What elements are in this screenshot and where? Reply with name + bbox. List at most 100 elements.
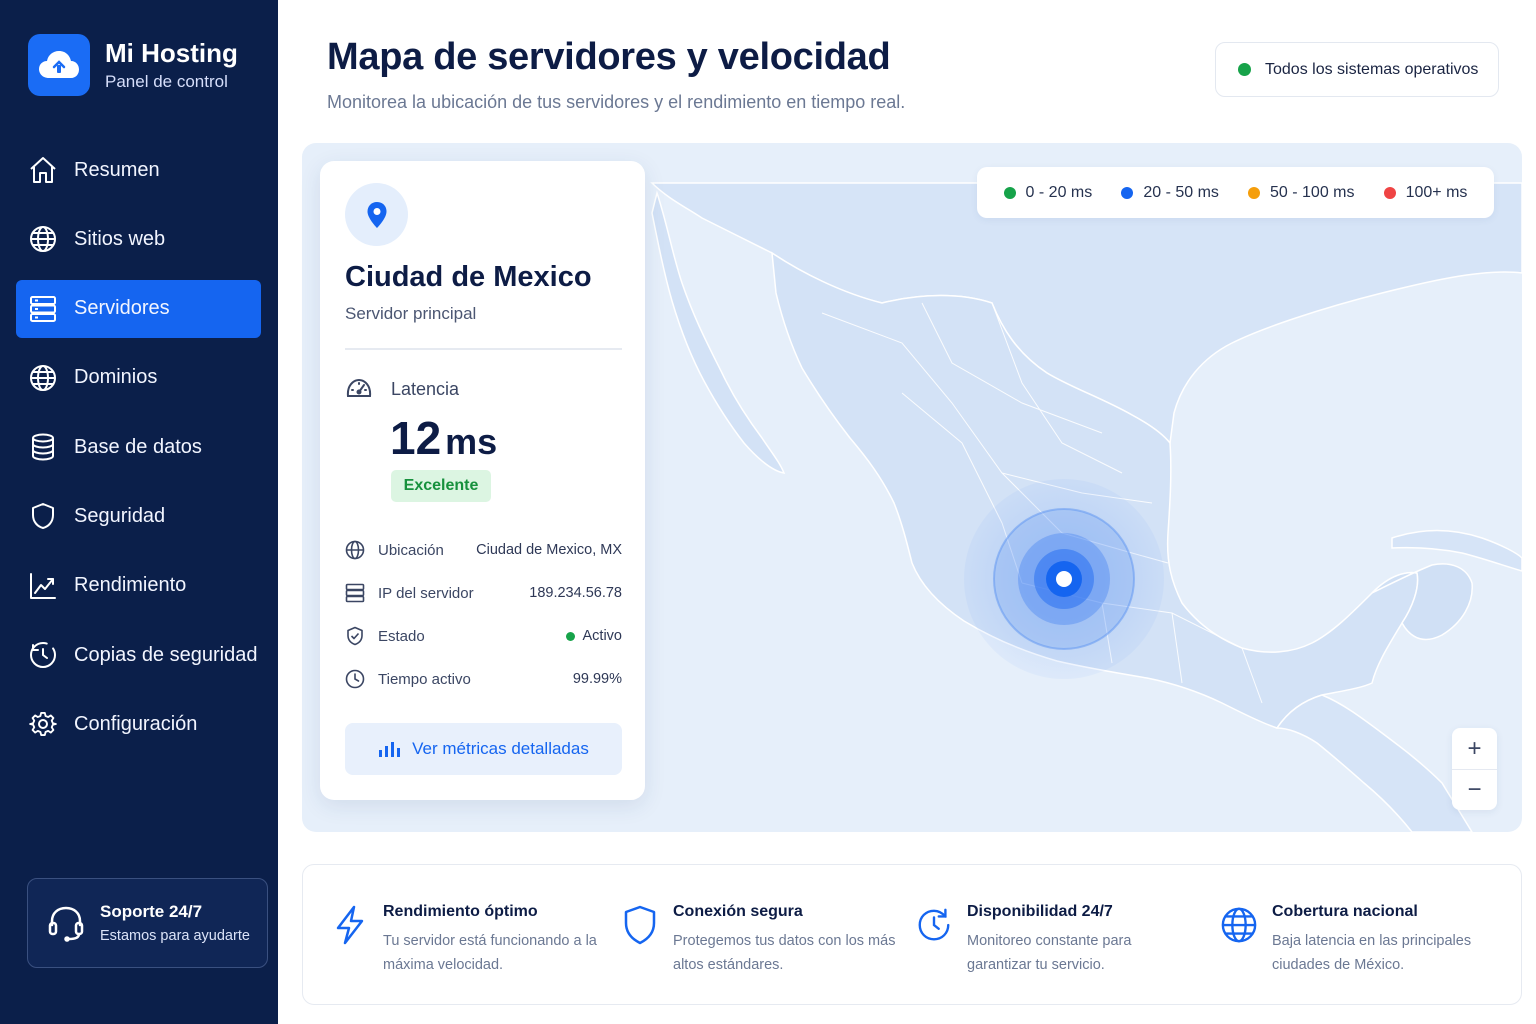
bar-chart-icon bbox=[378, 740, 401, 758]
page-title: Mapa de servidores y velocidad bbox=[327, 36, 891, 78]
legend-dot bbox=[1121, 186, 1134, 199]
latency-value: 12 ms bbox=[390, 411, 497, 465]
sidebar-item-configuracion[interactable]: Configuración bbox=[16, 695, 261, 753]
clock-refresh-icon bbox=[915, 905, 953, 945]
server-icon bbox=[345, 583, 365, 603]
speedometer-icon bbox=[345, 375, 373, 403]
system-status-label: Todos los sistemas operativos bbox=[1265, 60, 1479, 78]
status-dot bbox=[1238, 63, 1251, 76]
zoom-out-button[interactable]: − bbox=[1452, 769, 1497, 810]
latency-unit: ms bbox=[445, 421, 498, 462]
server-city: Ciudad de Mexico bbox=[345, 261, 592, 293]
detail-row-uptime: Tiempo activo 99.99% bbox=[345, 667, 622, 691]
sidebar-item-servidores[interactable]: Servidores bbox=[16, 279, 261, 338]
detail-value: 189.234.56.78 bbox=[529, 585, 622, 601]
feature-description: Tu servidor está funcionando a la máxima… bbox=[383, 933, 597, 973]
latency-label: Latencia bbox=[391, 379, 460, 399]
sidebar-item-label: Copias de seguridad bbox=[74, 643, 258, 666]
zoom-controls: + − bbox=[1452, 728, 1497, 810]
detail-row-location: Ubicación Ciudad de Mexico, MX bbox=[345, 538, 622, 562]
page-subtitle: Monitorea la ubicación de tus servidores… bbox=[327, 92, 906, 112]
status-value: Activo bbox=[582, 628, 623, 644]
active-status-dot bbox=[565, 631, 575, 641]
feature-title: Cobertura nacional bbox=[1272, 903, 1418, 920]
features-panel: Rendimiento óptimo Tu servidor está func… bbox=[302, 864, 1522, 1005]
latency-legend: 0 - 20 ms 20 - 50 ms 50 - 100 ms 100+ ms bbox=[977, 167, 1494, 218]
latency-number: 12 bbox=[390, 412, 442, 464]
globe-icon bbox=[28, 224, 58, 254]
legend-dot bbox=[1383, 186, 1396, 199]
support-subtitle: Estamos para ayudarte bbox=[100, 928, 250, 944]
feature-description: Monitoreo constante para garantizar tu s… bbox=[967, 933, 1132, 973]
sidebar-item-base-de-datos[interactable]: Base de datos bbox=[16, 418, 261, 476]
detail-value: Activo bbox=[565, 628, 623, 644]
detail-row-status: Estado Activo bbox=[345, 624, 622, 648]
sidebar-item-label: Resumen bbox=[74, 158, 160, 181]
zoom-in-button[interactable]: + bbox=[1452, 728, 1497, 769]
sidebar-item-sitios-web[interactable]: Sitios web bbox=[16, 210, 261, 268]
feature-description: Protegemos tus datos con los más altos e… bbox=[673, 933, 896, 973]
server-info-card: Ciudad de Mexico Servidor principal Late… bbox=[320, 161, 645, 800]
sidebar: Mi Hosting Panel de control Resumen Siti… bbox=[0, 0, 278, 1024]
legend-label: 0 - 20 ms bbox=[1025, 183, 1093, 201]
divider bbox=[345, 348, 622, 350]
sidebar-nav: Resumen Sitios web Servidores Dominios B… bbox=[16, 141, 261, 765]
support-title: Soporte 24/7 bbox=[100, 902, 203, 921]
detail-value: 99.99% bbox=[572, 671, 622, 687]
sidebar-item-seguridad[interactable]: Seguridad bbox=[16, 487, 261, 545]
view-metrics-button[interactable]: Ver métricas detalladas bbox=[345, 723, 622, 775]
feature-title: Rendimiento óptimo bbox=[383, 903, 538, 920]
feature-title: Conexión segura bbox=[673, 903, 803, 920]
detail-label: IP del servidor bbox=[378, 584, 474, 602]
globe-icon bbox=[345, 540, 365, 560]
chart-line-icon bbox=[28, 571, 58, 601]
view-metrics-label: Ver métricas detalladas bbox=[412, 739, 589, 758]
legend-item: 100+ ms bbox=[1383, 184, 1467, 202]
sidebar-item-label: Seguridad bbox=[74, 504, 166, 527]
feature-rendimiento: Rendimiento óptimo Tu servidor está func… bbox=[331, 865, 597, 1004]
database-icon bbox=[28, 432, 58, 462]
detail-label: Ubicación bbox=[378, 541, 444, 559]
feature-cobertura: Cobertura nacional Baja latencia en las … bbox=[1220, 865, 1510, 1004]
sidebar-item-label: Configuración bbox=[74, 712, 198, 735]
shield-check-icon bbox=[345, 626, 365, 646]
feature-description: Baja latencia en las principales ciudade… bbox=[1272, 933, 1472, 973]
brand-title: Mi Hosting bbox=[105, 38, 238, 68]
feature-conexion-segura: Conexión segura Protegemos tus datos con… bbox=[621, 865, 895, 1004]
shield-icon bbox=[621, 905, 659, 945]
feature-disponibilidad: Disponibilidad 24/7 Monitoreo constante … bbox=[915, 865, 1175, 1004]
sidebar-item-rendimiento[interactable]: Rendimiento bbox=[16, 557, 261, 615]
cloud-logo-icon bbox=[28, 34, 90, 96]
detail-row-ip: IP del servidor 189.234.56.78 bbox=[345, 581, 622, 605]
backup-icon bbox=[28, 640, 58, 670]
system-status-badge[interactable]: Todos los sistemas operativos bbox=[1215, 42, 1499, 97]
gear-icon bbox=[28, 709, 58, 739]
legend-item: 20 - 50 ms bbox=[1121, 184, 1219, 202]
sidebar-item-label: Servidores bbox=[74, 297, 170, 320]
shield-icon bbox=[28, 501, 58, 531]
globe-icon bbox=[1220, 905, 1258, 945]
globe-icon bbox=[28, 363, 58, 393]
detail-value: Ciudad de Mexico, MX bbox=[476, 542, 622, 558]
sidebar-item-copias-de-seguridad[interactable]: Copias de seguridad bbox=[16, 626, 261, 684]
sidebar-item-label: Sitios web bbox=[74, 227, 166, 250]
brand[interactable]: Mi Hosting Panel de control bbox=[28, 34, 238, 96]
sidebar-item-dominios[interactable]: Dominios bbox=[16, 349, 261, 407]
detail-label: Estado bbox=[378, 627, 425, 645]
clock-icon bbox=[345, 669, 365, 689]
sidebar-item-label: Base de datos bbox=[74, 435, 202, 458]
server-role: Servidor principal bbox=[345, 304, 477, 323]
sidebar-item-label: Rendimiento bbox=[74, 574, 187, 597]
sidebar-item-resumen[interactable]: Resumen bbox=[16, 141, 261, 199]
detail-label: Tiempo activo bbox=[378, 670, 471, 688]
headset-icon bbox=[46, 903, 86, 943]
legend-item: 50 - 100 ms bbox=[1248, 183, 1355, 202]
brand-subtitle: Panel de control bbox=[105, 72, 228, 91]
support-box[interactable]: Soporte 24/7 Estamos para ayudarte bbox=[27, 878, 268, 968]
feature-title: Disponibilidad 24/7 bbox=[967, 903, 1113, 920]
legend-dot bbox=[1003, 186, 1016, 199]
latency-rating-badge: Excelente bbox=[391, 470, 491, 502]
home-icon bbox=[28, 155, 58, 185]
server-icon bbox=[28, 294, 58, 324]
legend-label: 50 - 100 ms bbox=[1270, 183, 1355, 201]
